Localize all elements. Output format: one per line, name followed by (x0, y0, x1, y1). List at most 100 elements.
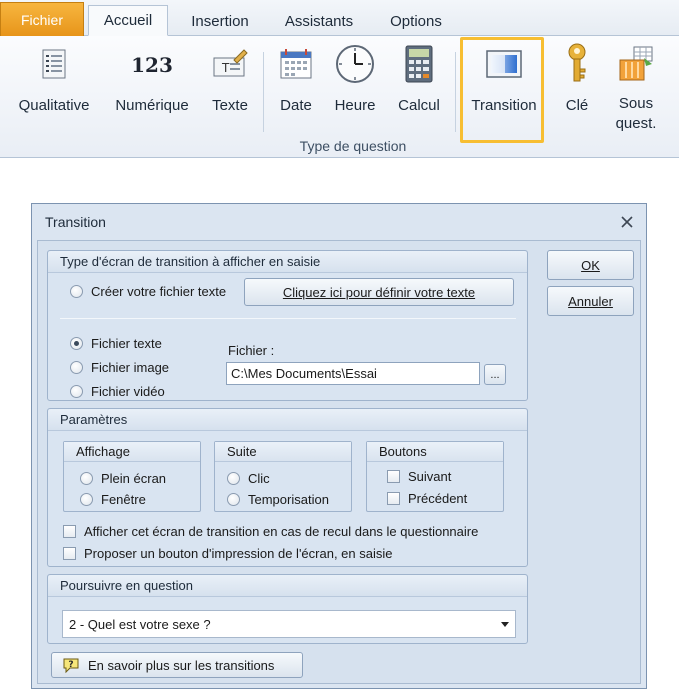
calculator-icon (399, 44, 439, 84)
browse-button[interactable]: ... (484, 364, 506, 385)
affichage-subgroup: Affichage Plein écran Fenêtre (63, 441, 201, 512)
texte-label: Texte (212, 97, 248, 114)
tab-insertion[interactable]: Insertion (176, 6, 264, 36)
tab-assistants[interactable]: Assistants (272, 6, 366, 36)
heure-label: Heure (334, 97, 376, 114)
create-text-radio[interactable] (70, 284, 83, 298)
help-icon: ? (62, 656, 80, 674)
calcul-label: Calcul (398, 97, 440, 114)
sous-quest-button[interactable]: Sous quest. (606, 44, 666, 134)
annuler-label: Annuler (568, 293, 613, 309)
chevron-down-icon (501, 622, 509, 627)
tab-fichier[interactable]: Fichier (0, 2, 84, 36)
poursuivre-group-title: Poursuivre en question (48, 575, 527, 597)
qualitative-label: Qualitative (18, 97, 90, 114)
suivant-option[interactable]: Suivant (387, 467, 451, 485)
ribbon-separator (263, 52, 264, 132)
define-text-button[interactable]: Cliquez ici pour définir votre texte (244, 278, 514, 306)
sub-question-icon (616, 44, 656, 84)
create-text-label: Créer votre fichier texte (91, 283, 227, 299)
fichier-image-option[interactable]: Fichier image (70, 357, 169, 377)
clic-option[interactable]: Clic (227, 469, 270, 487)
recul-checkbox[interactable] (63, 524, 76, 538)
numerique-button[interactable]: 123 Numérique (106, 44, 198, 134)
fichier-image-label: Fichier image (91, 359, 170, 375)
annuler-button[interactable]: Annuler (547, 286, 634, 316)
key-icon (557, 43, 597, 84)
fichier-image-radio[interactable] (70, 360, 83, 374)
precedent-label: Précédent (408, 490, 468, 506)
plein-ecran-option[interactable]: Plein écran (80, 469, 166, 487)
texte-button[interactable]: T Texte (204, 44, 256, 134)
parametres-group: Paramètres Affichage Plein écran Fenêtre… (47, 408, 528, 567)
recul-option[interactable]: Afficher cet écran de transition en cas … (63, 522, 478, 540)
parametres-group-title: Paramètres (48, 409, 527, 431)
plein-ecran-label: Plein écran (101, 470, 167, 486)
qualitative-button[interactable]: Qualitative (10, 44, 98, 134)
fichier-video-label: Fichier vidéo (91, 383, 165, 399)
suivant-label: Suivant (408, 468, 452, 484)
temporisation-radio[interactable] (227, 492, 240, 506)
ok-label: OK (581, 257, 600, 273)
help-transitions-button[interactable]: ? En savoir plus sur les transitions (51, 652, 303, 678)
fenetre-option[interactable]: Fenêtre (80, 490, 146, 508)
suite-title: Suite (215, 442, 351, 462)
type-transition-group: Type d'écran de transition à afficher en… (47, 250, 528, 401)
tab-accueil[interactable]: Accueil (88, 5, 168, 36)
next-question-select[interactable]: 2 - Quel est votre sexe ? (62, 610, 516, 638)
impression-checkbox[interactable] (63, 546, 76, 560)
affichage-title: Affichage (64, 442, 200, 462)
dialog-body: Type d'écran de transition à afficher en… (37, 240, 641, 684)
impression-option[interactable]: Proposer un bouton d'impression de l'écr… (63, 544, 392, 562)
numerique-label: Numérique (115, 97, 189, 114)
text-pencil-icon: T (210, 44, 250, 84)
fichier-texte-label: Fichier texte (91, 335, 162, 351)
next-question-value: 2 - Quel est votre sexe ? (69, 616, 211, 632)
cle-button[interactable]: Clé (556, 43, 598, 134)
transition-dialog: Transition Type d'écran de transition à … (31, 203, 647, 689)
heure-button[interactable]: Heure (328, 44, 382, 134)
cle-label: Clé (565, 97, 589, 114)
precedent-checkbox[interactable] (387, 491, 400, 505)
ribbon-panel: Qualitative 123 Numérique T Texte Date H… (0, 36, 679, 158)
close-icon[interactable] (620, 215, 634, 229)
file-path-input[interactable]: C:\Mes Documents\Essai (226, 362, 480, 385)
clic-radio[interactable] (227, 471, 240, 485)
suite-subgroup: Suite Clic Temporisation (214, 441, 352, 512)
create-text-option[interactable]: Créer votre fichier texte (70, 279, 226, 303)
boutons-title: Boutons (367, 442, 503, 462)
ok-button[interactable]: OK (547, 250, 634, 280)
number-123-icon: 123 (132, 44, 172, 84)
temporisation-label: Temporisation (248, 491, 329, 507)
precedent-option[interactable]: Précédent (387, 489, 467, 507)
recul-label: Afficher cet écran de transition en cas … (84, 523, 479, 539)
plein-ecran-radio[interactable] (80, 471, 93, 485)
svg-text:T: T (221, 61, 230, 75)
fenetre-label: Fenêtre (101, 491, 146, 507)
boutons-subgroup: Boutons Suivant Précédent (366, 441, 504, 512)
calcul-button[interactable]: Calcul (392, 44, 446, 134)
poursuivre-group: Poursuivre en question 2 - Quel est votr… (47, 574, 528, 644)
date-button[interactable]: Date (272, 44, 320, 134)
suivant-checkbox[interactable] (387, 469, 400, 483)
date-label: Date (280, 97, 312, 114)
fenetre-radio[interactable] (80, 492, 93, 506)
transition-highlight-frame (460, 37, 544, 143)
fichier-video-radio[interactable] (70, 384, 83, 398)
temporisation-option[interactable]: Temporisation (227, 490, 329, 508)
fichier-texte-option[interactable]: Fichier texte (70, 333, 162, 353)
svg-text:?: ? (68, 660, 73, 670)
impression-label: Proposer un bouton d'impression de l'écr… (84, 545, 393, 561)
dialog-title: Transition (45, 214, 106, 230)
list-icon (34, 44, 74, 84)
ribbon-separator (455, 52, 456, 132)
help-button-label: En savoir plus sur les transitions (88, 657, 275, 673)
calendar-icon (276, 44, 316, 84)
fichier-texte-radio[interactable] (70, 336, 83, 350)
ribbon-tab-bar: Fichier Accueil Insertion Assistants Opt… (0, 0, 679, 36)
fichier-video-option[interactable]: Fichier vidéo (70, 381, 165, 401)
svg-text:123: 123 (132, 53, 172, 77)
ribbon: Fichier Accueil Insertion Assistants Opt… (0, 0, 679, 158)
clic-label: Clic (248, 470, 270, 486)
tab-options[interactable]: Options (376, 6, 456, 36)
